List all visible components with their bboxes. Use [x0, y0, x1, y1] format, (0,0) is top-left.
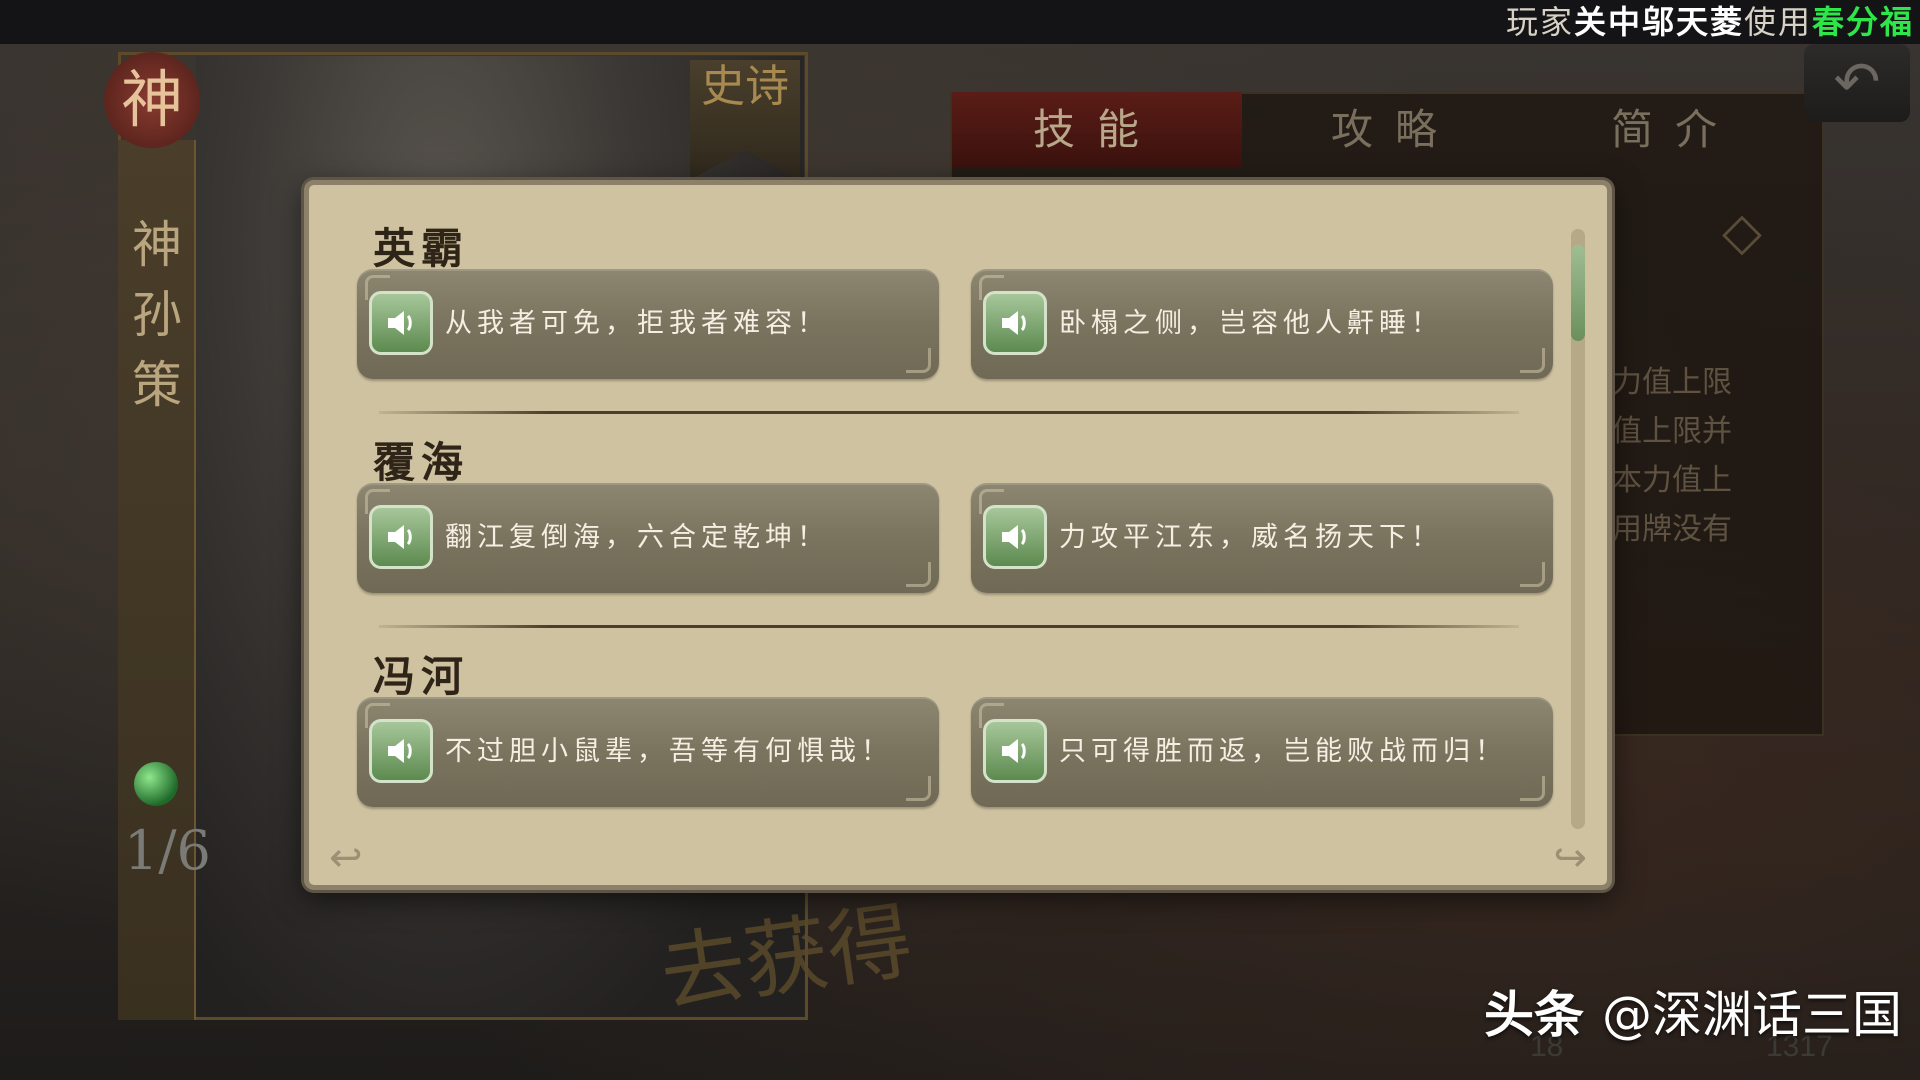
god-faction-mark: 神 — [104, 52, 200, 148]
voice-line-button[interactable]: 从我者可免，拒我者难容！ — [357, 269, 939, 379]
green-gem-icon — [134, 762, 178, 806]
back-button[interactable]: ↶ — [1804, 44, 1910, 122]
back-arrow-icon: ↶ — [1833, 50, 1881, 115]
system-notice: 玩家关中邬天菱使用春分福 — [1506, 2, 1914, 42]
tab-skill[interactable]: 技能 — [952, 92, 1242, 168]
scrollbar-thumb[interactable] — [1571, 245, 1585, 341]
notice-middle: 使用 — [1743, 3, 1812, 41]
speaker-icon — [983, 719, 1047, 783]
speaker-icon — [983, 505, 1047, 569]
notice-player-name: 关中邬天菱 — [1573, 3, 1744, 41]
skill-description-text: 力值上限 值上限并 本力值上 用牌没有 — [1612, 358, 1802, 554]
card-page-indicator: 1/6 — [124, 819, 211, 882]
voice-line-text: 不过胆小鼠辈，吾等有何惧哉！ — [445, 736, 893, 767]
voice-line-button[interactable]: 翻江复倒海，六合定乾坤！ — [357, 483, 939, 593]
voice-line-text: 力攻平江东，威名扬天下！ — [1059, 522, 1443, 553]
voice-line-button[interactable]: 只可得胜而返，岂能败战而归！ — [971, 697, 1553, 807]
section-title: 英霸 — [373, 224, 470, 273]
corner-ornament-icon: ↩ — [329, 835, 363, 881]
tab-intro[interactable]: 简介 — [1530, 92, 1820, 168]
tab-guide[interactable]: 攻略 — [1250, 92, 1540, 168]
section-divider — [379, 625, 1519, 628]
general-name: 神孙策 — [132, 216, 182, 414]
description-line: 值上限并 — [1612, 414, 1732, 449]
voice-line-text: 只可得胜而返，岂能败战而归！ — [1059, 736, 1507, 767]
voice-line-button[interactable]: 卧榻之侧，岂容他人鼾睡！ — [971, 269, 1553, 379]
description-line: 力值上限 — [1612, 365, 1732, 400]
section-title: 覆海 — [373, 438, 470, 487]
top-notice-bar: 玩家关中邬天菱使用春分福 — [0, 0, 1920, 44]
corner-ornament-icon: ↪ — [1553, 835, 1587, 881]
notice-prefix: 玩家 — [1505, 3, 1574, 41]
voice-line-text: 翻江复倒海，六合定乾坤！ — [445, 522, 829, 553]
section-title: 冯河 — [373, 652, 470, 701]
voice-line-text: 卧榻之侧，岂容他人鼾睡！ — [1059, 308, 1443, 339]
speaker-icon — [369, 291, 433, 355]
speaker-icon — [369, 719, 433, 783]
speaker-icon — [983, 291, 1047, 355]
watermark-handle: @深渊话三国 — [1602, 986, 1902, 1044]
notice-card-name: 春分福 — [1811, 3, 1914, 41]
speaker-icon — [369, 505, 433, 569]
voice-line-button[interactable]: 力攻平江东，威名扬天下！ — [971, 483, 1553, 593]
voice-speaker-icon[interactable]: ◇ — [1706, 196, 1778, 268]
skill-voice-dialog: 英霸 从我者可免，拒我者难容！ 卧榻之侧，岂容他人鼾睡！ 覆海 翻江复倒海，六合… — [304, 180, 1612, 890]
voice-line-button[interactable]: 不过胆小鼠辈，吾等有何惧哉！ — [357, 697, 939, 807]
watermark-brand: 头条 — [1484, 986, 1584, 1044]
watermark: 头条 @深渊话三国 — [1484, 985, 1902, 1045]
section-divider — [379, 411, 1519, 414]
description-line: 用牌没有 — [1612, 512, 1732, 547]
description-line: 本力值上 — [1612, 463, 1732, 498]
voice-line-text: 从我者可免，拒我者难容！ — [445, 308, 829, 339]
